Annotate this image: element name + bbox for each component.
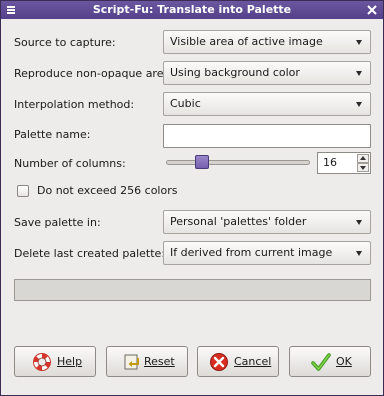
delete-last-label: Delete last created palette:	[14, 247, 166, 260]
nonopaque-label: Reproduce non-opaque areas:	[14, 67, 180, 80]
delete-last-dropdown[interactable]: If derived from current image	[163, 241, 371, 265]
progress-bar	[14, 279, 371, 301]
dropdown-arrow-icon	[356, 220, 362, 225]
columns-slider-thumb[interactable]	[194, 155, 209, 169]
dialog-window: Script-Fu: Translate into Palette Source…	[0, 0, 384, 396]
nonopaque-value: Using background color	[170, 66, 300, 79]
palette-name-input[interactable]	[163, 124, 371, 148]
spin-down-icon[interactable]	[357, 163, 369, 172]
limit-colors-label[interactable]: Do not exceed 256 colors	[37, 184, 177, 198]
close-icon[interactable]	[366, 4, 378, 16]
interpolation-dropdown[interactable]: Cubic	[163, 92, 371, 116]
limit-colors-checkbox[interactable]	[17, 185, 29, 197]
dropdown-arrow-icon	[356, 71, 362, 76]
interpolation-value: Cubic	[170, 97, 201, 110]
lifebuoy-icon	[33, 353, 51, 371]
dropdown-arrow-icon	[356, 102, 362, 107]
cancel-label: Cancel	[234, 355, 272, 368]
delete-last-value: If derived from current image	[170, 246, 333, 259]
window-title: Script-Fu: Translate into Palette	[92, 3, 292, 16]
help-label: Help	[57, 355, 83, 368]
ok-label: OK	[336, 355, 352, 368]
reset-label: Reset	[144, 355, 175, 368]
save-in-label: Save palette in:	[14, 216, 101, 229]
save-in-value: Personal 'palettes' folder	[170, 215, 307, 228]
checkmark-icon	[311, 353, 331, 371]
ok-button[interactable]: OK	[289, 346, 371, 377]
columns-value[interactable]: 16	[323, 156, 337, 170]
title-bar[interactable]: Script-Fu: Translate into Palette	[1, 1, 383, 19]
help-button[interactable]: Help	[14, 346, 96, 377]
columns-label: Number of columns:	[14, 157, 126, 170]
source-value: Visible area of active image	[170, 35, 323, 48]
cancel-icon	[210, 353, 228, 371]
spin-up-icon[interactable]	[357, 154, 369, 163]
source-dropdown[interactable]: Visible area of active image	[163, 30, 371, 54]
palette-name-label: Palette name:	[14, 128, 91, 141]
nonopaque-dropdown[interactable]: Using background color	[163, 61, 371, 85]
dropdown-arrow-icon	[356, 251, 362, 256]
window-menu-icon[interactable]	[5, 4, 17, 16]
reset-button[interactable]: Reset	[106, 346, 188, 377]
reset-icon	[124, 354, 139, 370]
cancel-button[interactable]: Cancel	[197, 346, 279, 377]
source-label: Source to capture:	[14, 36, 116, 49]
dropdown-arrow-icon	[356, 40, 362, 45]
columns-slider-track[interactable]	[166, 160, 310, 165]
save-in-dropdown[interactable]: Personal 'palettes' folder	[163, 210, 371, 234]
interpolation-label: Interpolation method:	[14, 98, 135, 111]
columns-spinbutton[interactable]: 16	[317, 152, 371, 174]
